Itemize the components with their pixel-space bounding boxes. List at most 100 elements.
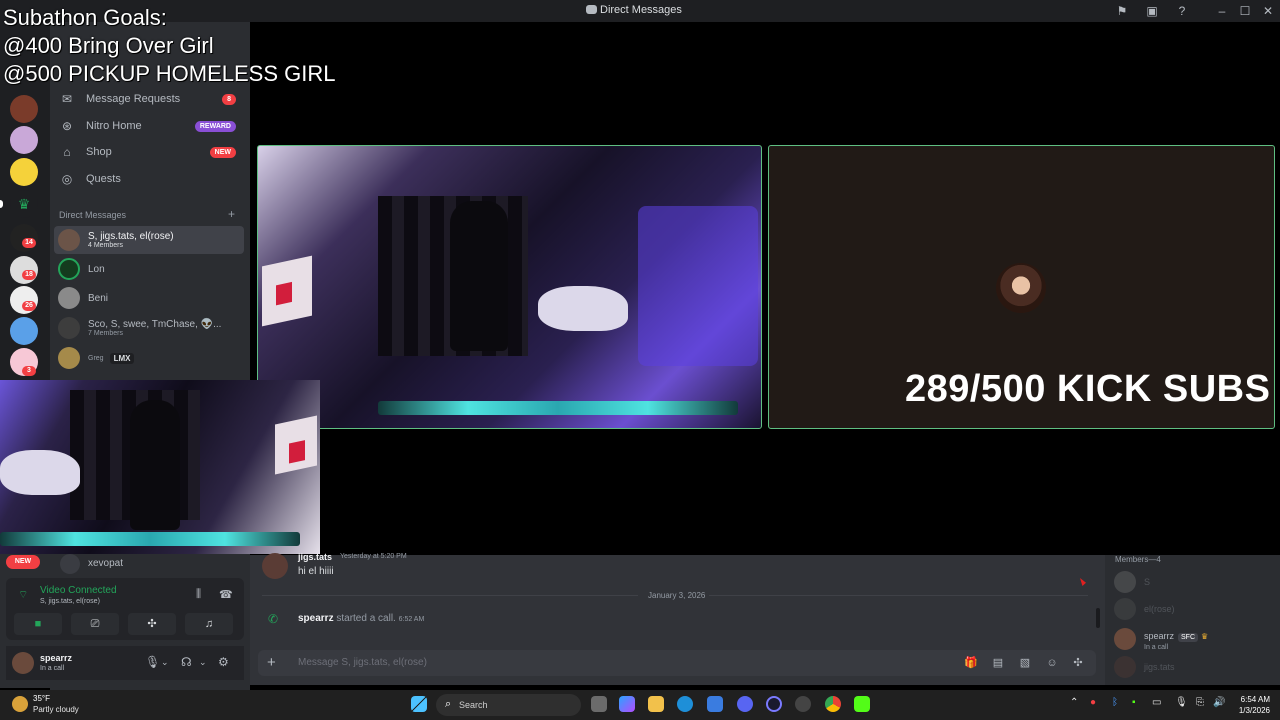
minimize-button[interactable]: – [1214, 3, 1230, 19]
clock[interactable]: 6:54 AM 1/3/2026 [1234, 694, 1270, 716]
volume-icon[interactable]: 🔊 [1213, 697, 1225, 708]
voice-status[interactable]: Video Connected [40, 585, 117, 596]
avatar[interactable] [12, 652, 34, 674]
app-icon[interactable] [795, 696, 811, 712]
nav-quests[interactable]: ◎ Quests [54, 166, 246, 192]
microphone-icon[interactable]: 🎙 [1175, 697, 1188, 708]
network-icon[interactable]: ⎘ [1196, 697, 1204, 708]
chevron-up-icon[interactable]: ⌃ [1070, 697, 1078, 708]
video-tile-camera[interactable] [257, 145, 762, 429]
apps-icon[interactable]: ✣ [1071, 656, 1085, 670]
server-badge: 3 [22, 366, 36, 376]
store-icon[interactable] [707, 696, 723, 712]
avatar [58, 229, 80, 251]
signal-icon[interactable]: ⌔ [18, 588, 28, 602]
call-user[interactable]: spearrz [298, 613, 334, 624]
taskbar-search[interactable]: ⌕ Search [436, 694, 581, 716]
weather-desc[interactable]: Partly cloudy [33, 705, 79, 714]
server-icon[interactable] [10, 126, 38, 154]
create-dm-button[interactable]: + [228, 207, 235, 221]
noise-suppression-icon[interactable]: ⫼ [196, 588, 201, 601]
username[interactable]: spearrz [40, 653, 72, 663]
activities-button[interactable]: ✣ [128, 613, 176, 635]
weather-temp[interactable]: 35°F [33, 694, 50, 703]
dm-item-lon[interactable]: Lon [54, 255, 244, 283]
message-composer[interactable]: + Message S, jigs.tats, el(rose) 🎁 ▤ ▧ ☺… [258, 650, 1096, 676]
bluetooth-icon[interactable]: ᛒ [1112, 697, 1118, 708]
discord-icon [586, 5, 597, 14]
unread-indicator [0, 200, 3, 208]
copilot-icon[interactable] [619, 696, 635, 712]
message-input[interactable]: Message S, jigs.tats, el(rose) [298, 657, 427, 668]
edge-icon[interactable] [677, 696, 693, 712]
avatar [58, 317, 80, 339]
server-icon[interactable] [10, 158, 38, 186]
new-unreads-pill[interactable]: NEW [6, 555, 40, 569]
soundboard-button[interactable]: ♫ [185, 613, 233, 635]
gear-icon[interactable]: ⚙ [218, 655, 229, 669]
inbox-icon[interactable]: ▣ [1144, 3, 1160, 19]
kick-icon[interactable] [854, 696, 870, 712]
emoji-icon[interactable]: ☺ [1045, 656, 1059, 670]
server-badge: 18 [22, 270, 36, 280]
nav-label: Nitro Home [86, 120, 142, 132]
gif-icon[interactable]: ▤ [991, 656, 1005, 670]
add-attachment-button[interactable]: + [267, 654, 276, 671]
file-explorer-icon[interactable] [648, 696, 664, 712]
flag-icon[interactable]: ⚑ [1114, 3, 1130, 19]
member-name: spearrz [1144, 631, 1175, 641]
members-header: Members—4 [1115, 555, 1161, 564]
user-status: In a call [40, 665, 65, 672]
message-author[interactable]: jigs.tats [298, 552, 332, 562]
screen-share-button[interactable]: ⎚ [71, 613, 119, 635]
avatar [1114, 571, 1136, 593]
dm-item-beni[interactable]: Beni [54, 284, 244, 312]
task-view-icon[interactable] [591, 696, 607, 712]
member-item[interactable]: jigs.tats [1114, 656, 1175, 678]
server-badge: 14 [22, 238, 36, 248]
dm-item-group-2[interactable]: Sco, S, swee, TmChase, 👽... 7 Members [54, 314, 244, 342]
chrome-icon[interactable] [825, 696, 841, 712]
dm-item-greg[interactable]: Greg LMX [54, 344, 244, 372]
server-icon[interactable] [10, 317, 38, 345]
nav-message-requests[interactable]: ✉ Message Requests 8 [54, 86, 246, 112]
member-name: jigs.tats [1144, 662, 1175, 672]
goal-item: @500 PICKUP HOMELESS GIRL [3, 61, 336, 86]
led-strip [0, 532, 300, 546]
disconnect-icon[interactable]: ☎ [219, 588, 233, 601]
chevron-down-icon[interactable]: ⌄ [161, 657, 169, 668]
chat-scrollbar[interactable] [1096, 608, 1100, 628]
gift-icon[interactable]: 🎁 [964, 656, 978, 670]
member-name: el(rose) [1144, 604, 1175, 614]
pillow [0, 450, 80, 495]
headphones-icon[interactable]: ☊ [181, 655, 192, 669]
server-icon[interactable] [10, 95, 38, 123]
nav-nitro-home[interactable]: ⊛ Nitro Home REWARD [54, 113, 246, 139]
app-icon[interactable] [766, 696, 782, 712]
avatar[interactable] [262, 553, 288, 579]
clan-tag: LMX [109, 352, 135, 364]
nav-shop[interactable]: ⌂ Shop NEW [54, 139, 246, 165]
crown-server-icon[interactable]: ♛ [10, 190, 38, 218]
camera-button[interactable]: ■ [14, 613, 62, 635]
start-icon[interactable] [411, 696, 427, 712]
sub-counter: 289/500 KICK SUBS [905, 368, 1271, 410]
tray-app-icon[interactable]: ▪ [1132, 697, 1136, 708]
dm-item-group[interactable]: S, jigs.tats, el(rose) 4 Members [54, 226, 244, 254]
member-item[interactable]: S [1114, 571, 1150, 593]
microphone-icon[interactable]: 🎙 [145, 655, 160, 669]
avatar [60, 554, 80, 574]
member-item[interactable]: el(rose) [1114, 598, 1175, 620]
weather-icon[interactable] [12, 696, 28, 712]
help-icon[interactable]: ? [1174, 3, 1190, 19]
tray-app-icon[interactable]: ● [1090, 697, 1096, 708]
sticker-icon[interactable]: ▧ [1018, 656, 1032, 670]
dm-name[interactable]: xevopat [88, 558, 123, 569]
discord-taskbar-icon[interactable] [737, 696, 753, 712]
tray-app-icon[interactable]: ▭ [1152, 697, 1161, 708]
close-button[interactable]: ✕ [1260, 3, 1276, 19]
maximize-button[interactable]: ☐ [1237, 3, 1253, 19]
chevron-down-icon[interactable]: ⌄ [199, 657, 207, 668]
member-item[interactable]: spearrz SFC ♛ In a call [1114, 626, 1208, 651]
user-panel: spearrz In a call 🎙 ⌄ ☊ ⌄ ⚙ [6, 646, 244, 680]
